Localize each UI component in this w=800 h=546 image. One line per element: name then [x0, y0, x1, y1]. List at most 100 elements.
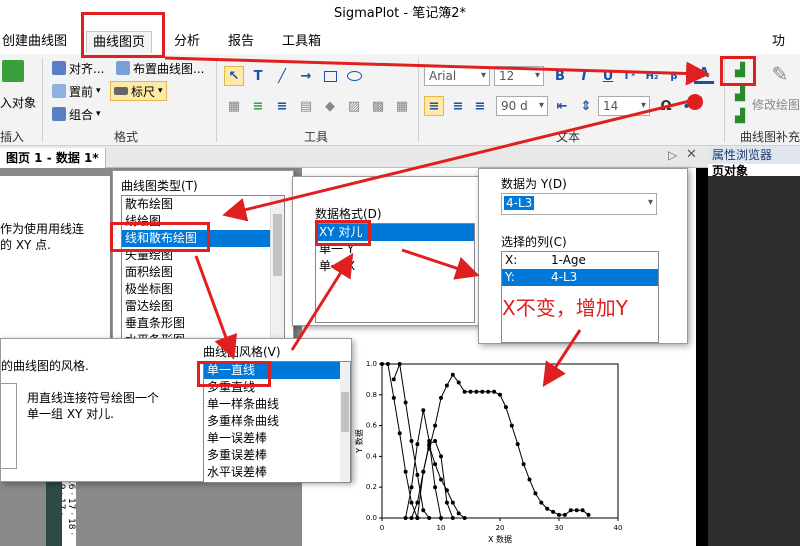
gradient-icon[interactable]: ▩ — [368, 96, 388, 116]
shadow-icon[interactable]: ▨ — [344, 96, 364, 116]
add-plot-icon[interactable]: ▟ — [730, 84, 750, 104]
tab-toolbox[interactable]: 工具箱 — [276, 31, 327, 53]
align-right-button[interactable]: ≡ — [470, 96, 490, 116]
data-point — [421, 508, 426, 513]
graph-type-scrollbar[interactable] — [270, 196, 284, 340]
style-hint: 的曲线图的风格. — [1, 359, 89, 373]
data-point — [562, 512, 567, 517]
arrow-tool-icon[interactable]: → — [296, 66, 316, 86]
x-tick-label: 20 — [496, 524, 505, 532]
combine-button[interactable]: 组合 ▾ — [52, 104, 101, 124]
column-row-x[interactable]: X: 1-Age — [502, 252, 658, 269]
font-select[interactable]: Arial — [424, 66, 490, 86]
underline-button[interactable]: U — [598, 66, 618, 86]
data-point — [409, 439, 414, 443]
column-row-y[interactable]: Y: 4-L3 — [502, 269, 658, 286]
italic-button[interactable]: I — [574, 66, 594, 86]
insert-object-button[interactable]: 入对象 — [0, 92, 36, 112]
tab-report[interactable]: 报告 — [222, 31, 260, 53]
align-left-button[interactable]: ≡ — [424, 96, 444, 116]
bring-front-icon — [52, 84, 66, 98]
column-value: 4-L3 — [551, 270, 578, 284]
fill-pattern-icon[interactable]: ▦ — [224, 96, 244, 116]
tab-scroll-icon[interactable]: ▷ — [668, 148, 677, 162]
modify-plot-icon[interactable]: ✎ — [770, 62, 790, 86]
column-key: X: — [505, 253, 518, 267]
highlight-add-plot — [720, 56, 756, 86]
x-tick-label: 10 — [437, 524, 446, 532]
graph-type-item[interactable]: 散布绘图 — [122, 196, 284, 213]
bring-front-label: 置前 — [69, 84, 94, 99]
text-tool-icon[interactable]: T — [248, 66, 268, 86]
tab-create-graph[interactable]: 创建曲线图 — [0, 31, 73, 53]
rectangle-tool-icon[interactable] — [320, 66, 340, 86]
graph-type-item[interactable]: 雷达绘图 — [122, 298, 284, 315]
align-button[interactable]: 对齐... — [52, 58, 104, 78]
rotation-select[interactable]: 90 d — [496, 96, 548, 116]
omega-symbol-button[interactable]: Ω — [656, 96, 676, 116]
tab-analysis[interactable]: 分析 — [168, 31, 206, 53]
data-point — [397, 431, 402, 436]
data-point — [533, 491, 538, 496]
graph-style-item[interactable]: 单一误差棒 — [204, 430, 350, 447]
line-spacing-button[interactable]: ⇕ — [576, 96, 596, 116]
graph-style-item[interactable]: 水平误差棒 — [204, 464, 350, 481]
highlight-graph-page-tab — [81, 12, 165, 58]
close-doc-icon[interactable]: ✕ — [686, 147, 697, 162]
symbol-button[interactable]: β — [664, 66, 684, 86]
pattern-icon[interactable]: ▦ — [392, 96, 412, 116]
line-tool-icon[interactable]: ╱ — [272, 66, 292, 86]
layout-graphs-button[interactable]: 布置曲线图... — [116, 58, 204, 78]
graph-style-item[interactable]: 多重误差棒 — [204, 447, 350, 464]
data-point — [439, 516, 443, 520]
selected-columns-list[interactable]: X: 1-Age Y: 4-L3 X不变，增加Y — [501, 251, 659, 343]
insert-group-label: 插入 — [0, 130, 25, 144]
doc-tab[interactable]: 图页 1 - 数据 1* — [0, 148, 106, 168]
property-browser: 属性浏览器 页对象 — [708, 146, 800, 546]
data-point — [433, 423, 438, 428]
pointer-tool-icon[interactable]: ↖ — [224, 66, 244, 86]
graph-style-item[interactable]: 单一样条曲线 — [204, 396, 350, 413]
data-point — [415, 442, 420, 447]
bold-button[interactable]: B — [550, 66, 570, 86]
data-point — [527, 477, 532, 482]
graph-type-item[interactable]: 面积绘图 — [122, 264, 284, 281]
data-point — [409, 516, 414, 520]
line-style-icon[interactable]: ≡ — [272, 96, 292, 116]
data-point — [421, 408, 426, 413]
tab-functions[interactable]: 功能 — [766, 31, 800, 71]
modify-plot-button[interactable]: 修改绘图 — [752, 94, 800, 114]
bring-front-button[interactable]: 置前 ▾ — [52, 81, 101, 101]
spacing-select[interactable]: 14 — [598, 96, 650, 116]
fill-color-icon[interactable]: ◆ — [320, 96, 340, 116]
y-tick-label: 0.2 — [366, 483, 377, 491]
graph-type-item[interactable]: 极坐标图 — [122, 281, 284, 298]
line-color-icon[interactable]: ≡ — [248, 96, 268, 116]
y-tick-label: 0.4 — [366, 452, 378, 460]
line-thickness-icon[interactable]: ▤ — [296, 96, 316, 116]
data-point — [503, 405, 508, 410]
x-axis-label: X 数据 — [488, 534, 512, 544]
graph-type-list[interactable]: 散布绘图 线绘图 线和散布绘图 矢量绘图 面积绘图 极坐标图 雷达绘图 垂直条形… — [121, 195, 285, 341]
ellipse-tool-icon[interactable] — [344, 66, 364, 86]
font-color-button[interactable]: A — [694, 66, 714, 84]
data-point — [433, 462, 438, 467]
align-center-button[interactable]: ≡ — [448, 96, 468, 116]
data-point — [551, 509, 556, 514]
ruler-button[interactable]: 标尺 ▾ — [110, 81, 167, 101]
data-point — [574, 508, 579, 513]
line-marker-button[interactable]: ⊷ — [680, 96, 700, 116]
add-axis-icon[interactable]: ▟ — [730, 106, 750, 126]
subscript-button[interactable]: H₂ — [642, 66, 662, 86]
font-size-select[interactable]: 12 — [494, 66, 544, 86]
data-point — [415, 472, 420, 477]
data-point — [439, 395, 443, 400]
data-for-select[interactable]: 4-L3 — [501, 193, 657, 215]
data-point — [468, 389, 473, 394]
superscript-button[interactable]: Γ² — [620, 66, 640, 86]
indent-button[interactable]: ⇤ — [552, 96, 572, 116]
graph-type-item[interactable]: 垂直条形图 — [122, 315, 284, 332]
data-format-item[interactable]: 单一 X — [316, 258, 474, 275]
graph-style-scrollbar[interactable] — [340, 362, 350, 482]
graph-style-item[interactable]: 多重样条曲线 — [204, 413, 350, 430]
